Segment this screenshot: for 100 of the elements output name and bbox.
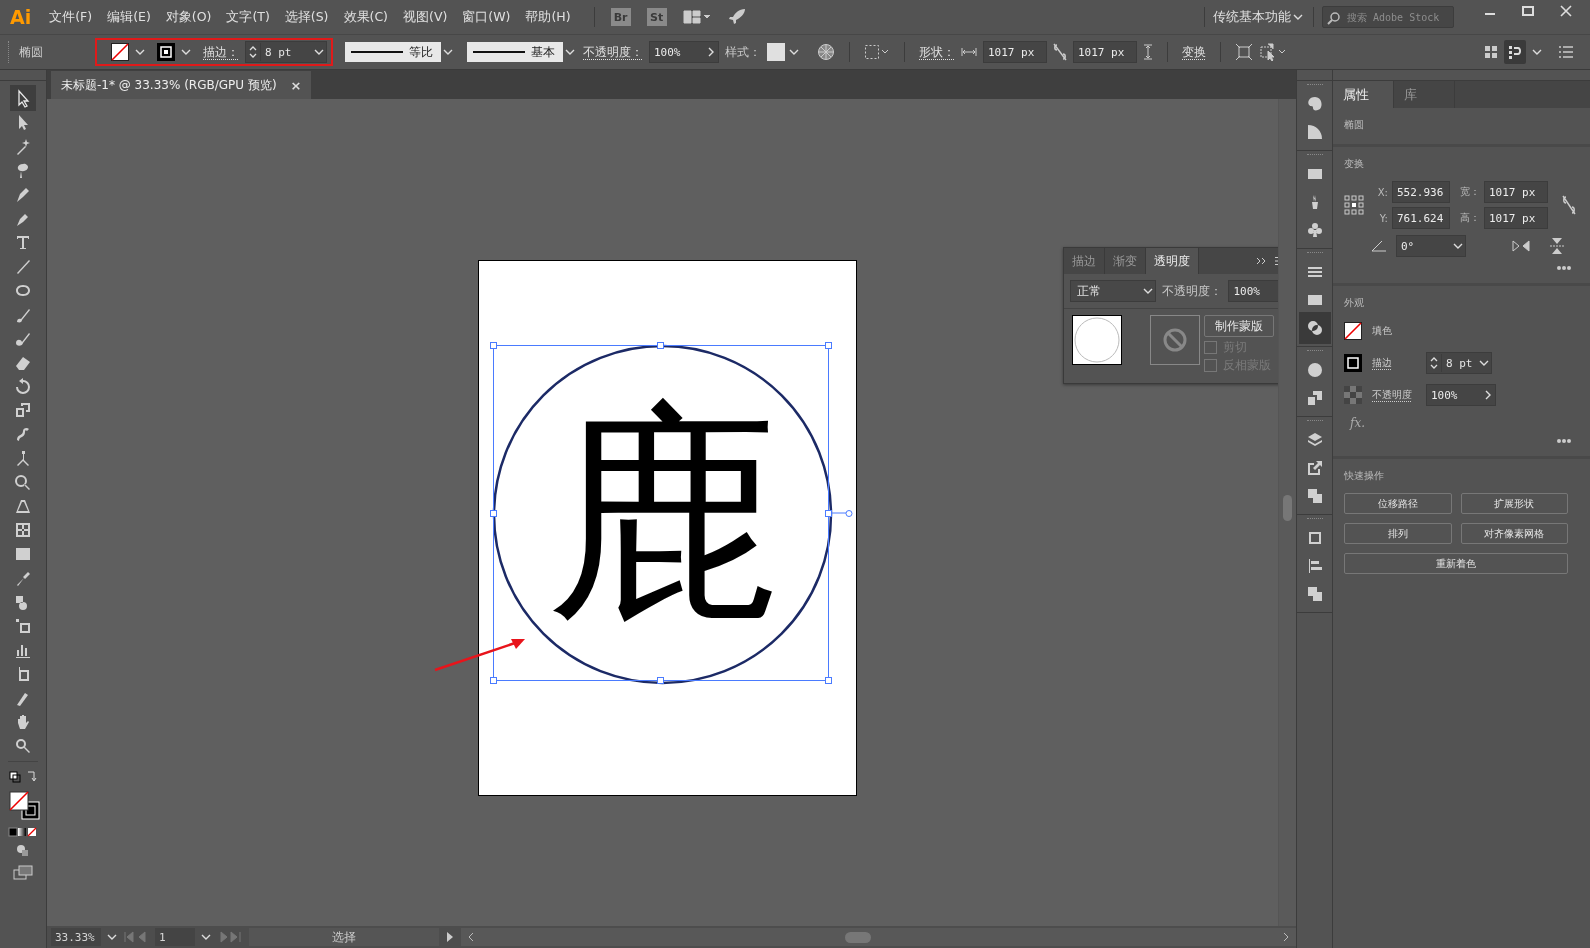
dropdown-caret-icon[interactable]	[1532, 48, 1542, 56]
scroll-thumb[interactable]	[1283, 495, 1292, 521]
menu-item[interactable]: 对象(O)	[165, 8, 212, 26]
panel-tab[interactable]: 库	[1394, 81, 1455, 108]
vertical-scrollbar[interactable]	[1278, 99, 1296, 926]
selection-handle[interactable]	[657, 677, 664, 684]
quick-action-button[interactable]: 位移路径	[1344, 493, 1452, 514]
dropdown-caret-icon[interactable]	[107, 933, 117, 941]
fill-none-swatch[interactable]	[1344, 322, 1362, 340]
dropdown-caret-icon[interactable]	[201, 933, 211, 941]
menu-item[interactable]: 视图(V)	[403, 8, 448, 26]
flip-vertical-icon[interactable]	[1550, 237, 1564, 255]
opacity-field[interactable]: 100%	[1228, 280, 1278, 302]
stroke-weight-field[interactable]: 8 pt	[245, 41, 327, 63]
collapse-panel-icon[interactable]	[1256, 256, 1268, 266]
status-menu-icon[interactable]	[445, 931, 455, 943]
recolor-wheel-icon[interactable]	[817, 43, 835, 61]
dropdown-caret-icon[interactable]	[135, 48, 145, 56]
opacity-field[interactable]: 100%	[1426, 384, 1496, 406]
rotation-field[interactable]: 0°	[1396, 235, 1466, 257]
transform-link[interactable]: 变换	[1182, 43, 1206, 61]
width-field[interactable]: 1017 px	[1484, 181, 1548, 203]
stroke-profile-dropdown[interactable]: 等比	[345, 42, 455, 62]
selection-handle[interactable]	[490, 342, 497, 349]
opacity-label[interactable]: 不透明度	[1372, 388, 1416, 402]
menu-item[interactable]: 帮助(H)	[525, 8, 571, 26]
search-field[interactable]: 搜索 Adobe Stock	[1322, 6, 1454, 28]
scroll-thumb[interactable]	[845, 931, 871, 943]
height-field[interactable]: 1017 px	[1073, 41, 1137, 63]
flip-horizontal-icon[interactable]	[1512, 239, 1530, 253]
zoom-tool-icon[interactable]	[13, 736, 33, 756]
unlinked-chain-icon[interactable]	[1053, 43, 1067, 61]
blend-mode-dropdown[interactable]: 正常	[1070, 280, 1157, 302]
quick-action-button[interactable]: 扩展形状	[1460, 493, 1568, 514]
selection-handle[interactable]	[490, 677, 497, 684]
align-selection-icon[interactable]	[864, 44, 890, 60]
selection-handle[interactable]	[490, 510, 497, 517]
dropdown-caret-icon[interactable]	[787, 47, 801, 57]
selection-handle[interactable]	[825, 677, 832, 684]
opacity-field[interactable]: 100%	[649, 41, 719, 63]
shape-label[interactable]: 形状：	[919, 43, 955, 61]
mesh-tool-icon[interactable]	[13, 520, 33, 540]
symbol-sprayer-icon[interactable]	[13, 616, 33, 636]
quick-action-button[interactable]: 重新着色	[1344, 553, 1568, 574]
fill-none-swatch[interactable]	[111, 43, 129, 61]
make-mask-button[interactable]: 制作蒙版	[1204, 315, 1274, 337]
more-options-icon[interactable]	[1556, 438, 1572, 444]
list-menu-icon[interactable]	[1558, 45, 1574, 59]
menu-item[interactable]: 文字(T)	[226, 8, 270, 26]
draw-mode-icon[interactable]	[15, 843, 31, 859]
y-field[interactable]: 761.624	[1392, 207, 1450, 229]
workspace-switcher[interactable]: 传统基本功能	[1213, 8, 1291, 26]
panel-tab[interactable]: 属性	[1333, 81, 1394, 108]
document-tab[interactable]: 未标题-1* @ 33.33% (RGB/GPU 预览) ×	[51, 71, 312, 99]
menu-item[interactable]: 效果(C)	[343, 8, 388, 26]
rotate-tool-icon[interactable]	[13, 376, 33, 396]
workspace-layout-icon[interactable]	[682, 9, 711, 25]
search-icon[interactable]	[1326, 11, 1342, 25]
stroke-label[interactable]: 描边	[1372, 356, 1416, 370]
rocket-icon[interactable]	[726, 7, 747, 27]
selection-tool-icon[interactable]	[13, 88, 33, 108]
maximize-icon[interactable]	[1522, 5, 1534, 17]
menu-item[interactable]: 窗口(W)	[462, 8, 511, 26]
panel-tab[interactable]: 透明度	[1146, 248, 1199, 274]
default-colors-icon[interactable]	[7, 769, 39, 785]
graphic-style-dropdown[interactable]	[767, 43, 801, 61]
quick-action-button[interactable]: 对齐像素网格	[1460, 523, 1568, 544]
fill-stroke-swatches[interactable]	[7, 790, 41, 822]
panel-tab[interactable]: 描边	[1064, 248, 1105, 274]
screen-mode-icon[interactable]	[13, 865, 33, 881]
grid-arrange-icon[interactable]	[1484, 45, 1498, 59]
menu-item[interactable]: 文件(F)	[49, 8, 93, 26]
close-icon[interactable]	[1560, 5, 1572, 17]
selection-handle[interactable]	[825, 510, 832, 517]
selection-handle[interactable]	[825, 342, 832, 349]
opacity-label[interactable]: 不透明度：	[583, 43, 643, 61]
dropdown-caret-icon[interactable]	[1291, 12, 1305, 22]
stroke-weight-field[interactable]: 8 pt	[1426, 352, 1492, 374]
scale-tool-icon[interactable]	[13, 400, 33, 420]
horizontal-scrollbar[interactable]	[461, 928, 1296, 946]
isolate-icon[interactable]	[1235, 43, 1253, 61]
brush-profile-dropdown[interactable]: 基本	[467, 42, 577, 62]
stroke-label[interactable]: 描边：	[203, 43, 239, 61]
scroll-left-icon[interactable]	[467, 932, 475, 942]
selected-circle[interactable]	[492, 344, 833, 685]
unlinked-chain-icon[interactable]	[1562, 195, 1576, 215]
reference-point-icon[interactable]	[1344, 195, 1364, 215]
color-mode-icon[interactable]	[8, 827, 38, 837]
stroke-swatch[interactable]	[1344, 354, 1362, 372]
selection-handle[interactable]	[845, 510, 853, 517]
menu-item[interactable]: 选择(S)	[284, 8, 329, 26]
x-field[interactable]: 552.936	[1392, 181, 1450, 203]
effects-button[interactable]: fx.	[1350, 416, 1578, 430]
dropdown-caret-icon[interactable]	[1477, 358, 1491, 368]
quick-action-button[interactable]: 排列	[1344, 523, 1452, 544]
shape-builder-icon[interactable]	[13, 472, 33, 492]
selection-handle[interactable]	[657, 342, 664, 349]
height-field[interactable]: 1017 px	[1484, 207, 1548, 229]
menu-item[interactable]: 编辑(E)	[107, 8, 151, 26]
stroke-swatch[interactable]	[157, 43, 175, 61]
